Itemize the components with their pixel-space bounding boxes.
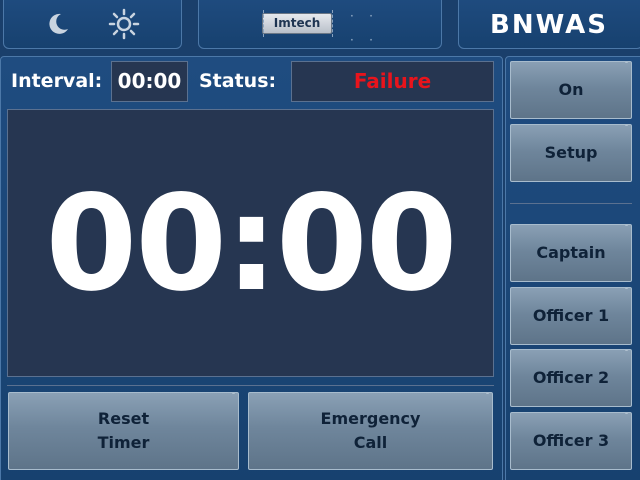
- sidebar-divider: [510, 203, 632, 204]
- officer-1-label: Officer 1: [532, 306, 610, 325]
- captain-label: Captain: [536, 243, 606, 262]
- officer-2-label: Officer 2: [532, 368, 610, 387]
- imtech-logo: Imtech: [262, 10, 333, 37]
- on-label: On: [558, 80, 584, 99]
- emergency-call-label: Emergency Call: [320, 409, 421, 452]
- reset-timer-button[interactable]: Reset Timer ¨: [8, 392, 239, 470]
- corner-mark: ¨: [625, 125, 628, 132]
- officer-3-label: Officer 3: [532, 431, 610, 450]
- divider: [7, 385, 494, 386]
- officer-2-button[interactable]: Officer 2 ¨: [510, 349, 632, 407]
- corner-mark: ¨: [625, 62, 628, 69]
- corner-mark: ¨: [625, 350, 628, 357]
- officer-1-button[interactable]: Officer 1 ¨: [510, 287, 632, 345]
- interval-value: 00:00: [111, 61, 188, 102]
- interval-label: Interval:: [11, 70, 103, 92]
- status-label: Status:: [199, 70, 277, 92]
- mode-panel: [3, 0, 182, 49]
- corner-mark: ¨: [486, 393, 489, 400]
- captain-button[interactable]: Captain ¨: [510, 224, 632, 282]
- setup-button[interactable]: Setup ¨: [510, 124, 632, 182]
- app-title: BNWAS: [490, 10, 608, 40]
- status-value: Failure: [291, 61, 494, 102]
- on-button[interactable]: On ¨: [510, 61, 632, 119]
- status-dots: · · · ·: [350, 9, 373, 47]
- setup-label: Setup: [544, 143, 598, 162]
- sun-icon[interactable]: [108, 8, 140, 40]
- officer-3-button[interactable]: Officer 3 ¨: [510, 412, 632, 470]
- countdown-timer: 00:00: [7, 109, 494, 377]
- moon-icon[interactable]: [44, 10, 72, 38]
- corner-mark: ¨: [625, 413, 628, 420]
- emergency-call-button[interactable]: Emergency Call ¨: [248, 392, 493, 470]
- corner-mark: ¨: [625, 288, 628, 295]
- reset-timer-label: Reset Timer: [97, 409, 150, 452]
- corner-mark: ¨: [232, 393, 235, 400]
- corner-mark: ¨: [625, 225, 628, 232]
